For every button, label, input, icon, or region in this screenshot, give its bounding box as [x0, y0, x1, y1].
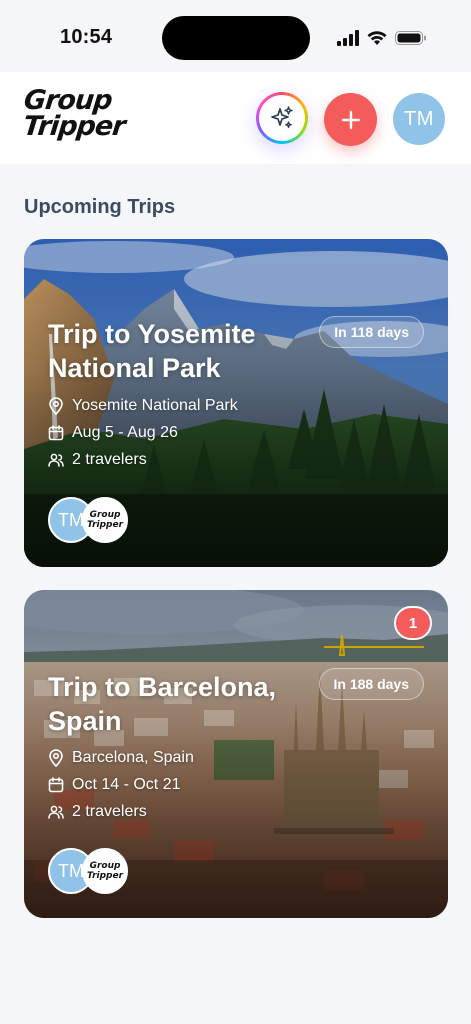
trip-location: Yosemite National Park — [72, 397, 238, 414]
trip-travelers-row: 2 travelers — [48, 803, 147, 821]
traveler-avatars: TM Group Tripper — [48, 497, 138, 543]
signal-icon — [337, 30, 359, 46]
calendar-icon — [48, 425, 64, 441]
calendar-icon — [48, 777, 64, 793]
trip-dates: Oct 14 - Oct 21 — [72, 776, 181, 793]
traveler-avatar-logo: Group Tripper — [82, 497, 128, 543]
battery-icon — [395, 31, 426, 45]
trip-travelers: 2 travelers — [72, 451, 147, 468]
trip-dates-row: Oct 14 - Oct 21 — [48, 776, 180, 794]
logo-line-2: Tripper — [21, 111, 127, 142]
trip-title: Trip to Yosemite National Park — [48, 319, 256, 383]
notification-badge[interactable]: 1 — [394, 606, 432, 640]
section-title: Upcoming Trips — [24, 196, 176, 218]
add-trip-button[interactable] — [324, 93, 377, 146]
wifi-icon — [367, 31, 387, 45]
traveler-logo-line-2: Tripper — [86, 871, 124, 881]
users-icon — [48, 805, 64, 819]
app-header: Group Tripper TM — [0, 72, 471, 164]
traveler-avatar-logo: Group Tripper — [82, 848, 128, 894]
trip-title: Trip to Barcelona, Spain — [48, 672, 277, 736]
traveler-logo-line-1: Group — [89, 510, 121, 520]
map-pin-icon — [49, 749, 63, 767]
days-until-badge: In 188 days — [318, 668, 424, 700]
traveler-logo-line-2: Tripper — [86, 520, 124, 530]
traveler-logo-line-1: Group — [89, 861, 121, 871]
user-avatar[interactable]: TM — [393, 93, 445, 145]
sparkles-icon — [271, 106, 293, 129]
trip-card-barcelona[interactable]: 1 Trip to Barcelona, Spain In 188 days B… — [24, 590, 448, 918]
trip-dates: Aug 5 - Aug 26 — [72, 424, 178, 441]
trip-card-yosemite[interactable]: Trip to Yosemite National Park In 118 da… — [24, 239, 448, 567]
trip-location-row: Barcelona, Spain — [48, 749, 194, 767]
map-pin-icon — [49, 397, 63, 415]
traveler-avatars: TM Group Tripper — [48, 848, 138, 894]
trip-travelers: 2 travelers — [72, 803, 147, 820]
status-icons — [337, 28, 427, 48]
status-bar: 10:54 — [0, 0, 471, 72]
ai-assistant-button[interactable] — [256, 92, 308, 144]
trip-location: Barcelona, Spain — [72, 749, 194, 766]
app-logo[interactable]: Group Tripper — [19, 85, 127, 152]
plus-icon — [341, 110, 360, 129]
users-icon — [48, 453, 64, 467]
dynamic-island — [162, 16, 310, 60]
status-time: 10:54 — [60, 26, 113, 48]
trip-travelers-row: 2 travelers — [48, 451, 147, 469]
trip-dates-row: Aug 5 - Aug 26 — [48, 424, 178, 442]
trip-location-row: Yosemite National Park — [48, 397, 238, 415]
days-until-badge: In 118 days — [319, 316, 424, 348]
